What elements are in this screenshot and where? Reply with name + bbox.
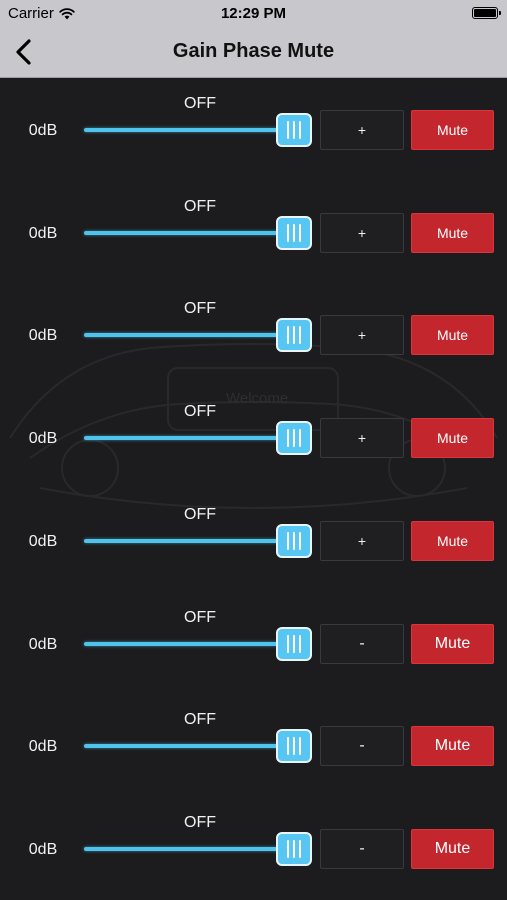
grip-line — [293, 839, 295, 858]
phase-toggle-button[interactable]: - — [320, 726, 404, 767]
grip-line — [293, 223, 295, 242]
channel-row: OFF 0dB + Mute — [0, 283, 507, 385]
channel-row: OFF 0dB + Mute — [0, 181, 507, 283]
grip-line — [299, 223, 301, 242]
grip-line — [299, 531, 301, 550]
grip-line — [293, 326, 295, 345]
grip-line — [293, 737, 295, 756]
channel-row: OFF 0dB + Mute — [0, 489, 507, 591]
slider-thumb[interactable] — [276, 729, 312, 764]
phase-toggle-button[interactable]: + — [320, 520, 404, 561]
slider-thumb[interactable] — [276, 215, 312, 250]
phase-status-label: OFF — [184, 711, 216, 729]
gain-slider[interactable] — [84, 318, 316, 353]
grip-line — [287, 429, 289, 448]
gain-slider[interactable] — [84, 831, 316, 866]
phase-toggle-button[interactable]: + — [320, 212, 404, 253]
grip-line — [293, 531, 295, 550]
phase-status-label: OFF — [184, 608, 216, 626]
grip-line — [287, 223, 289, 242]
channel-row: OFF 0dB - Mute — [0, 592, 507, 694]
gain-slider[interactable] — [84, 626, 316, 661]
status-time: 12:29 PM — [220, 5, 287, 22]
slider-thumb[interactable] — [276, 113, 312, 147]
phase-toggle-button[interactable]: - — [320, 623, 404, 664]
slider-thumb[interactable] — [276, 831, 312, 866]
grip-line — [299, 429, 301, 448]
gain-value-label: 0dB — [28, 532, 58, 550]
mute-button[interactable]: Mute — [411, 418, 494, 459]
grip-line — [293, 429, 295, 448]
grip-line — [299, 121, 301, 139]
grip-line — [287, 634, 289, 653]
slider-thumb[interactable] — [276, 626, 312, 661]
mute-button[interactable]: Mute — [411, 315, 494, 356]
slider-track — [84, 230, 294, 235]
gain-slider[interactable] — [84, 215, 316, 250]
gain-value-label: 0dB — [28, 430, 58, 448]
slider-thumb[interactable] — [276, 523, 312, 558]
phase-status-label: OFF — [184, 300, 216, 318]
gain-value-label: 0dB — [28, 224, 58, 242]
mute-button[interactable]: Mute — [411, 212, 494, 253]
phase-toggle-button[interactable]: + — [320, 110, 404, 150]
phase-status-label: OFF — [184, 813, 216, 831]
grip-line — [299, 326, 301, 345]
navigation-bar: Gain Phase Mute — [0, 28, 507, 78]
phase-status-label: OFF — [184, 403, 216, 421]
slider-thumb[interactable] — [276, 421, 312, 456]
mute-button[interactable]: Mute — [411, 623, 494, 664]
phase-status-label: OFF — [184, 197, 216, 215]
mute-button[interactable]: Mute — [411, 520, 494, 561]
gain-value-label: 0dB — [28, 738, 58, 756]
slider-track — [84, 846, 294, 851]
gain-value-label: 0dB — [28, 122, 58, 139]
grip-line — [293, 121, 295, 139]
page-title: Gain Phase Mute — [172, 40, 335, 62]
channel-row: OFF 0dB - Mute — [0, 694, 507, 796]
mute-button[interactable]: Mute — [411, 110, 494, 150]
grip-line — [287, 531, 289, 550]
grip-line — [287, 121, 289, 139]
grip-line — [287, 839, 289, 858]
mute-button[interactable]: Mute — [411, 828, 494, 869]
grip-line — [299, 737, 301, 756]
phase-toggle-button[interactable]: + — [320, 418, 404, 459]
grip-line — [287, 737, 289, 756]
grip-line — [299, 634, 301, 653]
phase-toggle-button[interactable]: + — [320, 315, 404, 356]
gain-slider[interactable] — [84, 729, 316, 764]
slider-thumb[interactable] — [276, 318, 312, 353]
gain-value-label: 0dB — [28, 327, 58, 345]
slider-track — [84, 436, 294, 441]
channel-row: OFF 0dB + Mute — [0, 78, 507, 180]
slider-track — [84, 538, 294, 543]
gain-slider[interactable] — [84, 523, 316, 558]
gain-slider[interactable] — [84, 113, 316, 147]
phase-status-label: OFF — [184, 95, 216, 112]
gain-value-label: 0dB — [28, 840, 58, 858]
status-bar: Carrier 12:29 PM — [0, 0, 507, 28]
channel-row: OFF 0dB + Mute — [0, 386, 507, 488]
slider-track — [84, 641, 294, 646]
slider-track — [84, 744, 294, 749]
grip-line — [287, 326, 289, 345]
phase-toggle-button[interactable]: - — [320, 828, 404, 869]
slider-track — [84, 128, 294, 132]
battery-icon — [472, 7, 501, 19]
gain-value-label: 0dB — [28, 635, 58, 653]
grip-line — [293, 634, 295, 653]
channel-list: Welcome OFF 0dB + Mute OFF 0dB + Mute OFF 0dB + Mut… — [0, 78, 507, 900]
mute-button[interactable]: Mute — [411, 726, 494, 767]
grip-line — [299, 839, 301, 858]
slider-track — [84, 333, 294, 338]
gain-slider[interactable] — [84, 421, 316, 456]
channel-row: OFF 0dB - Mute — [0, 797, 507, 899]
phase-status-label: OFF — [184, 505, 216, 523]
